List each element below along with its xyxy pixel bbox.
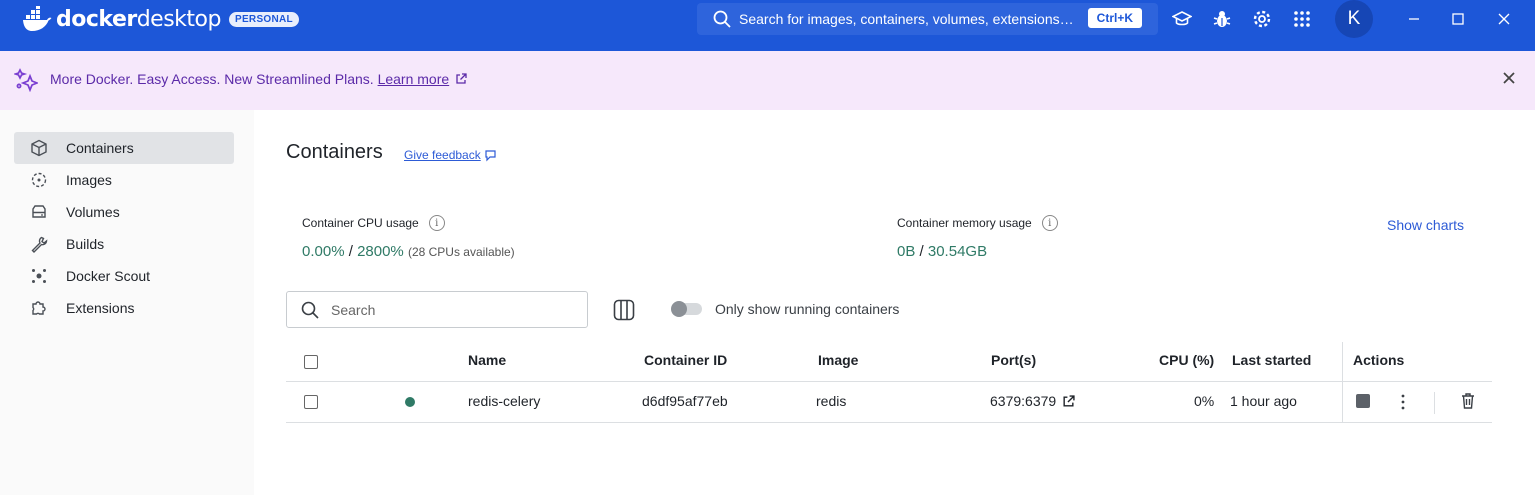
select-all-checkbox[interactable]: [304, 355, 318, 369]
memory-usage-value: 0B / 30.54GB: [897, 243, 988, 260]
column-header-container-id[interactable]: Container ID: [644, 352, 727, 368]
images-icon: [31, 172, 47, 188]
container-name-link[interactable]: redis-celery: [468, 393, 540, 409]
builds-icon: [31, 236, 48, 253]
sidebar-item-label: Containers: [66, 140, 134, 156]
sidebar-item-volumes[interactable]: Volumes: [14, 196, 234, 228]
docker-whale-icon: [23, 6, 52, 31]
external-link-icon: [456, 73, 467, 84]
cpu-percent: 0%: [1194, 393, 1215, 409]
global-search[interactable]: Search for images, containers, volumes, …: [697, 3, 1158, 35]
sidebar-item-images[interactable]: Images: [14, 164, 234, 196]
table-row[interactable]: redis-celery d6df95af77eb redis 6379:637…: [286, 382, 1492, 423]
column-header-actions: Actions: [1353, 352, 1405, 368]
more-actions-icon[interactable]: [1396, 392, 1410, 412]
cpu-info-icon[interactable]: i: [428, 215, 445, 231]
sidebar-item-builds[interactable]: Builds: [14, 228, 234, 260]
show-charts-button[interactable]: Show charts: [1387, 217, 1464, 233]
top-bar: dockerdesktop PERSONAL Search for images…: [0, 0, 1535, 51]
memory-usage-label: Container memory usage i: [897, 215, 1058, 231]
main-content: Containers Give feedback Container CPU u…: [254, 110, 1535, 495]
promo-banner: More Docker. Easy Access. New Streamline…: [0, 51, 1535, 110]
column-header-image[interactable]: Image: [818, 352, 858, 368]
sidebar-item-label: Docker Scout: [66, 268, 151, 284]
sidebar: Containers Images Volumes Builds Docker …: [0, 110, 254, 495]
column-header-last-started[interactable]: Last started: [1232, 352, 1311, 368]
stop-container-button[interactable]: [1356, 394, 1370, 408]
banner-message: More Docker. Easy Access. New Streamline…: [50, 71, 467, 87]
sparkle-icon: [14, 68, 38, 92]
sidebar-item-label: Images: [66, 172, 112, 188]
page-title: Containers: [286, 141, 383, 163]
search-input[interactable]: [331, 301, 571, 318]
learning-center-icon[interactable]: [1172, 9, 1192, 29]
running-only-label: Only show running containers: [715, 301, 900, 317]
action-divider: [1434, 392, 1435, 414]
user-avatar[interactable]: K: [1335, 0, 1373, 38]
settings-gear-icon[interactable]: [1252, 9, 1272, 29]
column-header-name[interactable]: Name: [468, 352, 506, 368]
cpu-usage-label: Container CPU usage i: [302, 215, 445, 231]
running-only-toggle[interactable]: [671, 301, 702, 317]
global-search-placeholder: Search for images, containers, volumes, …: [739, 11, 1074, 27]
logo-text: dockerdesktop: [56, 6, 221, 32]
container-search[interactable]: [286, 291, 588, 328]
column-header-ports[interactable]: Port(s): [991, 352, 1036, 368]
actions-column-divider: [1342, 342, 1343, 423]
search-icon: [301, 301, 319, 319]
close-window-button[interactable]: [1494, 9, 1514, 29]
minimize-icon: [1409, 18, 1419, 20]
extensions-icon: [32, 301, 46, 315]
volumes-icon: [32, 205, 46, 218]
sidebar-item-label: Volumes: [66, 204, 120, 220]
columns-toggle-icon[interactable]: [612, 298, 636, 322]
delete-trash-icon[interactable]: [1460, 392, 1476, 410]
search-shortcut: Ctrl+K: [1087, 8, 1142, 28]
memory-info-icon[interactable]: i: [1041, 215, 1058, 231]
port-link[interactable]: 6379:6379: [990, 393, 1075, 409]
feedback-icon: [485, 149, 496, 161]
sidebar-item-extensions[interactable]: Extensions: [14, 292, 234, 324]
apps-grid-icon[interactable]: [1292, 9, 1312, 29]
search-icon: [713, 10, 731, 28]
sidebar-item-label: Builds: [66, 236, 105, 252]
docker-logo[interactable]: dockerdesktop PERSONAL: [22, 6, 299, 32]
sidebar-item-containers[interactable]: Containers: [14, 132, 234, 164]
minimize-window-button[interactable]: [1404, 9, 1424, 29]
scout-icon: [32, 269, 46, 283]
close-icon: [1498, 13, 1510, 25]
table-header: Name Container ID Image Port(s) CPU (%) …: [286, 342, 1492, 382]
cpu-usage-value: 0.00% / 2800% (28 CPUs available): [302, 243, 515, 260]
external-link-icon: [1063, 394, 1075, 407]
plan-badge: PERSONAL: [228, 11, 299, 27]
learn-more-link[interactable]: Learn more: [378, 71, 450, 87]
containers-icon: [31, 139, 47, 157]
banner-close-icon[interactable]: [1501, 70, 1517, 86]
sidebar-item-label: Extensions: [66, 300, 135, 316]
status-running-indicator: [405, 397, 415, 407]
container-id[interactable]: d6df95af77eb: [642, 393, 728, 409]
sidebar-item-docker-scout[interactable]: Docker Scout: [14, 260, 234, 292]
container-image-link[interactable]: redis: [816, 393, 846, 409]
row-checkbox[interactable]: [304, 395, 318, 409]
maximize-window-button[interactable]: [1448, 9, 1468, 29]
column-header-cpu[interactable]: CPU (%): [1159, 352, 1214, 368]
give-feedback-link[interactable]: Give feedback: [404, 148, 497, 162]
maximize-icon: [1452, 13, 1464, 25]
troubleshoot-bug-icon[interactable]: [1212, 9, 1232, 29]
last-started: 1 hour ago: [1230, 393, 1297, 409]
